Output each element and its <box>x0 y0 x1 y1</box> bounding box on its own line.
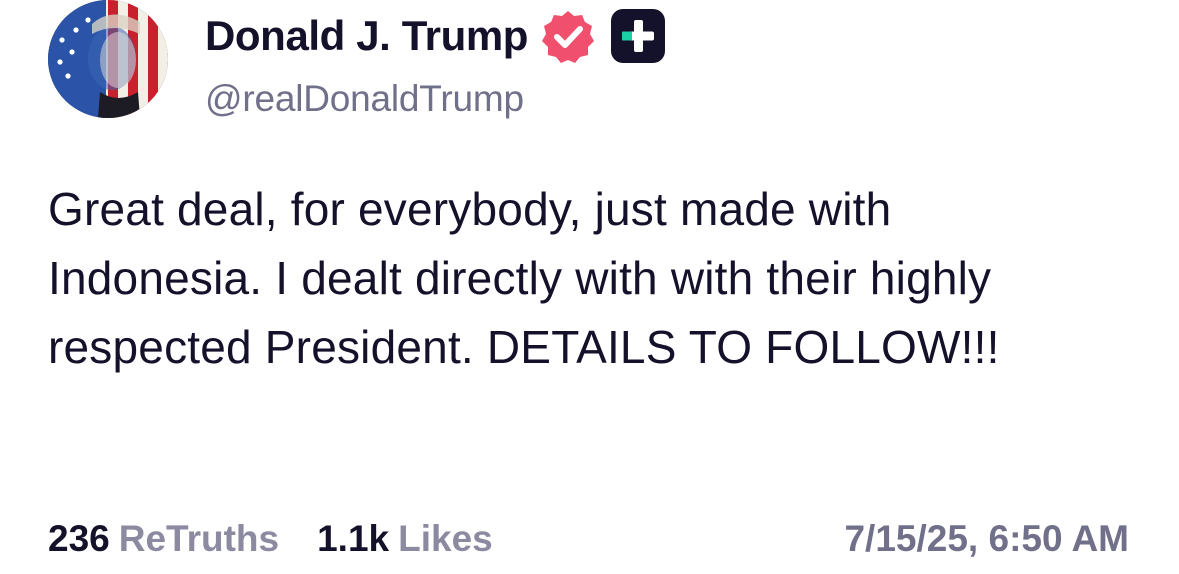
truth-post: Donald J. Trump @realDonaldTrump Great d… <box>0 0 1179 574</box>
post-stats: 236 ReTruths 1.1k Likes <box>48 518 493 560</box>
post-header: Donald J. Trump @realDonaldTrump <box>205 8 666 120</box>
flag-portrait-avatar-icon <box>48 0 168 118</box>
author-handle[interactable]: @realDonaldTrump <box>205 78 666 120</box>
display-name[interactable]: Donald J. Trump <box>205 12 528 60</box>
post-text: Great deal, for everybody, just made wit… <box>48 183 1000 373</box>
likes-stat[interactable]: 1.1k Likes <box>317 518 493 560</box>
retruths-stat[interactable]: 236 ReTruths <box>48 518 279 560</box>
verified-badge-icon <box>542 11 595 63</box>
avatar[interactable] <box>48 0 168 118</box>
likes-label: Likes <box>398 518 493 559</box>
plus-subscriber-badge-icon <box>611 9 666 63</box>
likes-count: 1.1k <box>317 518 390 559</box>
retruths-count: 236 <box>48 518 110 559</box>
retruths-label: ReTruths <box>118 518 280 559</box>
post-timestamp[interactable]: 7/15/25, 6:50 AM <box>844 518 1129 560</box>
name-row: Donald J. Trump <box>205 8 666 64</box>
